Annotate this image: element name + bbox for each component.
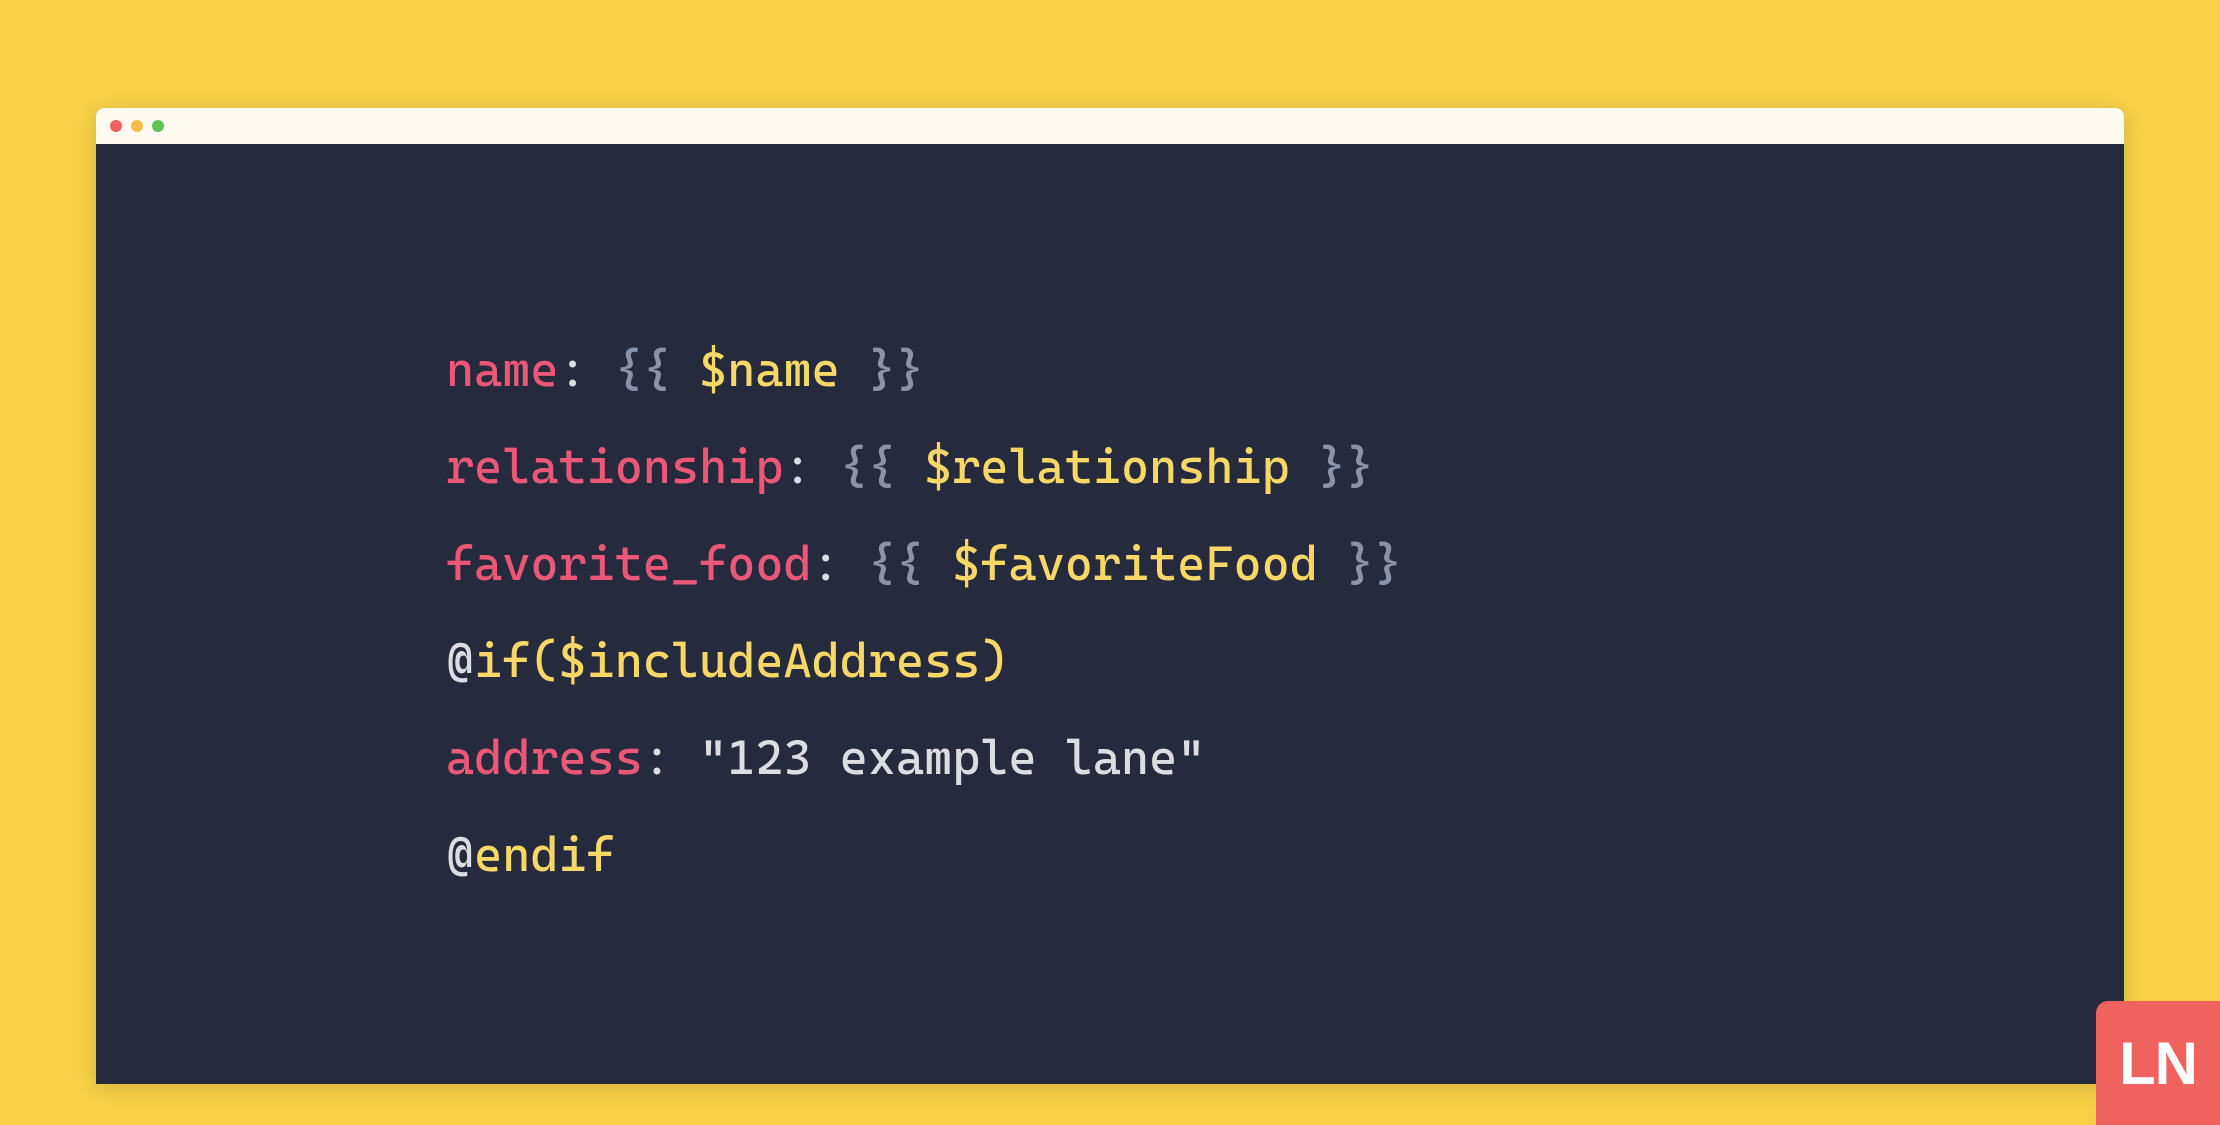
window-maximize-icon[interactable] [152, 120, 164, 132]
yaml-key: favorite_food [446, 536, 812, 592]
blade-brace-open: {{ [840, 439, 896, 495]
code-line: @endif [446, 827, 615, 883]
yaml-key: name [446, 342, 559, 398]
window-close-icon[interactable] [110, 120, 122, 132]
blade-variable: $name [699, 342, 840, 398]
window-titlebar [96, 108, 2124, 144]
paren-close: ) [980, 633, 1008, 689]
code-window: name: {{ $name }} relationship: {{ $rela… [96, 108, 2124, 1084]
blade-at: @ [446, 827, 474, 883]
blade-at: @ [446, 633, 474, 689]
window-minimize-icon[interactable] [131, 120, 143, 132]
brand-logo: LN [2096, 1001, 2220, 1125]
blade-brace-close: }} [868, 342, 924, 398]
blade-directive: endif [474, 827, 615, 883]
code-line: @if($includeAddress) [446, 633, 1009, 689]
blade-brace-open: {{ [868, 536, 924, 592]
blade-directive: if [474, 633, 530, 689]
blade-brace-open: {{ [615, 342, 671, 398]
blade-variable: $relationship [924, 439, 1290, 495]
yaml-key: relationship [446, 439, 784, 495]
code-editor: name: {{ $name }} relationship: {{ $rela… [96, 144, 2124, 1084]
yaml-key: address [446, 730, 643, 786]
blade-brace-close: }} [1318, 439, 1374, 495]
code-line: favorite_food: {{ $favoriteFood }} [446, 536, 1402, 592]
code-line: name: {{ $name }} [446, 342, 924, 398]
code-line: address: "123 example lane" [446, 730, 1205, 786]
blade-variable: $favoriteFood [952, 536, 1318, 592]
brand-logo-text: LN [2119, 1029, 2197, 1098]
code-line: relationship: {{ $relationship }} [446, 439, 1374, 495]
blade-brace-close: }} [1346, 536, 1402, 592]
string-literal: "123 example lane" [699, 730, 1205, 786]
paren-open: ( [530, 633, 558, 689]
blade-variable: $includeAddress [559, 633, 981, 689]
